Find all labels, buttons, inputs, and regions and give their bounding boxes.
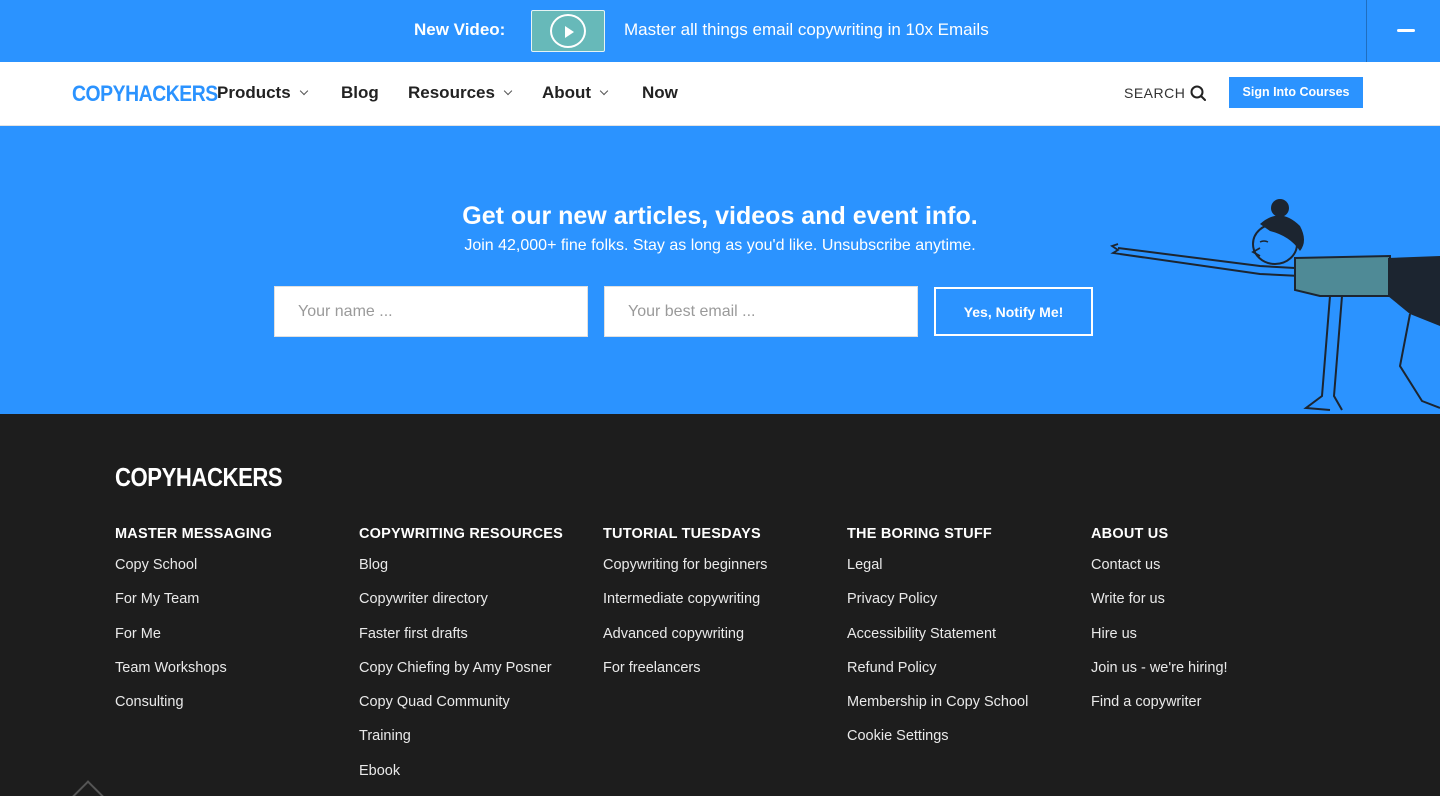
announcement-label: New Video: [414,20,506,39]
footer-column-boring-stuff: THE BORING STUFF Legal Privacy Policy Ac… [847,526,1028,763]
minus-icon [1397,29,1415,32]
site-footer: COPYHACKERS MASTER MESSAGING Copy School… [0,414,1440,796]
nav-item-label: Resources [408,83,495,102]
footer-column-copywriting-resources: COPYWRITING RESOURCES Blog Copywriter di… [359,526,563,796]
footer-link[interactable]: Write for us [1091,582,1228,616]
footer-link[interactable]: Hire us [1091,617,1228,651]
footer-link[interactable]: Team Workshops [115,651,272,685]
chevron-down-icon [299,86,308,96]
footer-logo[interactable]: COPYHACKERS [115,462,283,493]
newsletter-signup: Get our new articles, videos and event i… [0,126,1440,414]
chevron-down-icon [599,86,609,96]
footer-link[interactable]: Copywriting for beginners [603,548,767,582]
footer-link[interactable]: For freelancers [603,651,767,685]
footer-link[interactable]: Membership in Copy School [847,685,1028,719]
announcement-bar: New Video: Master all things email copyw… [0,0,1440,62]
footer-link[interactable]: Legal [847,548,1028,582]
footer-link[interactable]: Faster first drafts [359,617,563,651]
video-thumbnail[interactable] [531,10,605,52]
search-label[interactable]: SEARCH [1124,85,1185,101]
footer-link[interactable]: For My Team [115,582,272,616]
footer-link[interactable]: Privacy Policy [847,582,1028,616]
footer-link[interactable]: Find a copywriter [1091,685,1228,719]
footer-link[interactable]: Copy Quad Community [359,685,563,719]
footer-link[interactable]: Cookie Settings [847,719,1028,753]
main-nav: COPYHACKERS Products Blog Resources Abou… [0,62,1440,126]
footer-column-master-messaging: MASTER MESSAGING Copy School For My Team… [115,526,272,728]
chevron-down-icon [503,86,513,96]
footer-column-tutorial-tuesdays: TUTORIAL TUESDAYS Copywriting for beginn… [603,526,767,694]
footer-column-heading: COPYWRITING RESOURCES [359,526,563,542]
footer-link[interactable]: Join us - we're hiring! [1091,651,1228,685]
footer-column-about-us: ABOUT US Contact us Write for us Hire us… [1091,526,1228,728]
footer-column-heading: TUTORIAL TUESDAYS [603,526,761,542]
footer-link[interactable]: Training [359,719,563,753]
footer-column-heading: THE BORING STUFF [847,526,992,542]
footer-column-heading: ABOUT US [1091,526,1169,542]
email-input[interactable] [604,286,918,337]
nav-item-now[interactable]: Now [642,83,678,103]
nav-item-resources[interactable]: Resources [408,83,513,103]
search-icon[interactable] [1190,85,1206,101]
footer-link[interactable]: Ebook [359,754,563,788]
footer-link[interactable]: Accessibility Statement [847,617,1028,651]
footer-link[interactable]: Refund Policy [847,651,1028,685]
site-logo[interactable]: COPYHACKERS [72,81,218,107]
nav-item-label: Blog [341,83,379,102]
footer-column-heading: MASTER MESSAGING [115,526,273,542]
back-to-top-chevron-icon[interactable] [68,780,108,796]
sign-into-courses-button[interactable]: Sign Into Courses [1229,77,1363,108]
footer-link[interactable]: Blog [359,548,563,582]
nav-item-label: Now [642,83,678,102]
footer-link[interactable]: Consulting [115,685,272,719]
play-icon [565,26,574,38]
nav-item-blog[interactable]: Blog [341,83,379,103]
nav-item-about[interactable]: About [542,83,609,103]
announcement-headline[interactable]: Master all things email copywriting in 1… [624,20,989,40]
nav-item-products[interactable]: Products [217,83,308,103]
footer-link[interactable]: Contact us [1091,548,1228,582]
nav-item-label: About [542,83,592,102]
footer-link[interactable]: For Me [115,617,272,651]
footer-link[interactable]: Copy Chiefing by Amy Posner [359,651,563,685]
yoga-person-illustration [1110,199,1440,411]
notify-me-button[interactable]: Yes, Notify Me! [934,287,1093,336]
footer-link[interactable]: Intermediate copywriting [603,582,767,616]
nav-item-label: Products [217,83,291,102]
footer-link[interactable]: Advanced copywriting [603,617,767,651]
collapse-announcement-button[interactable] [1367,0,1440,62]
footer-link[interactable]: Copy School [115,548,272,582]
footer-link[interactable]: Copywriter directory [359,582,563,616]
name-input[interactable] [274,286,588,337]
